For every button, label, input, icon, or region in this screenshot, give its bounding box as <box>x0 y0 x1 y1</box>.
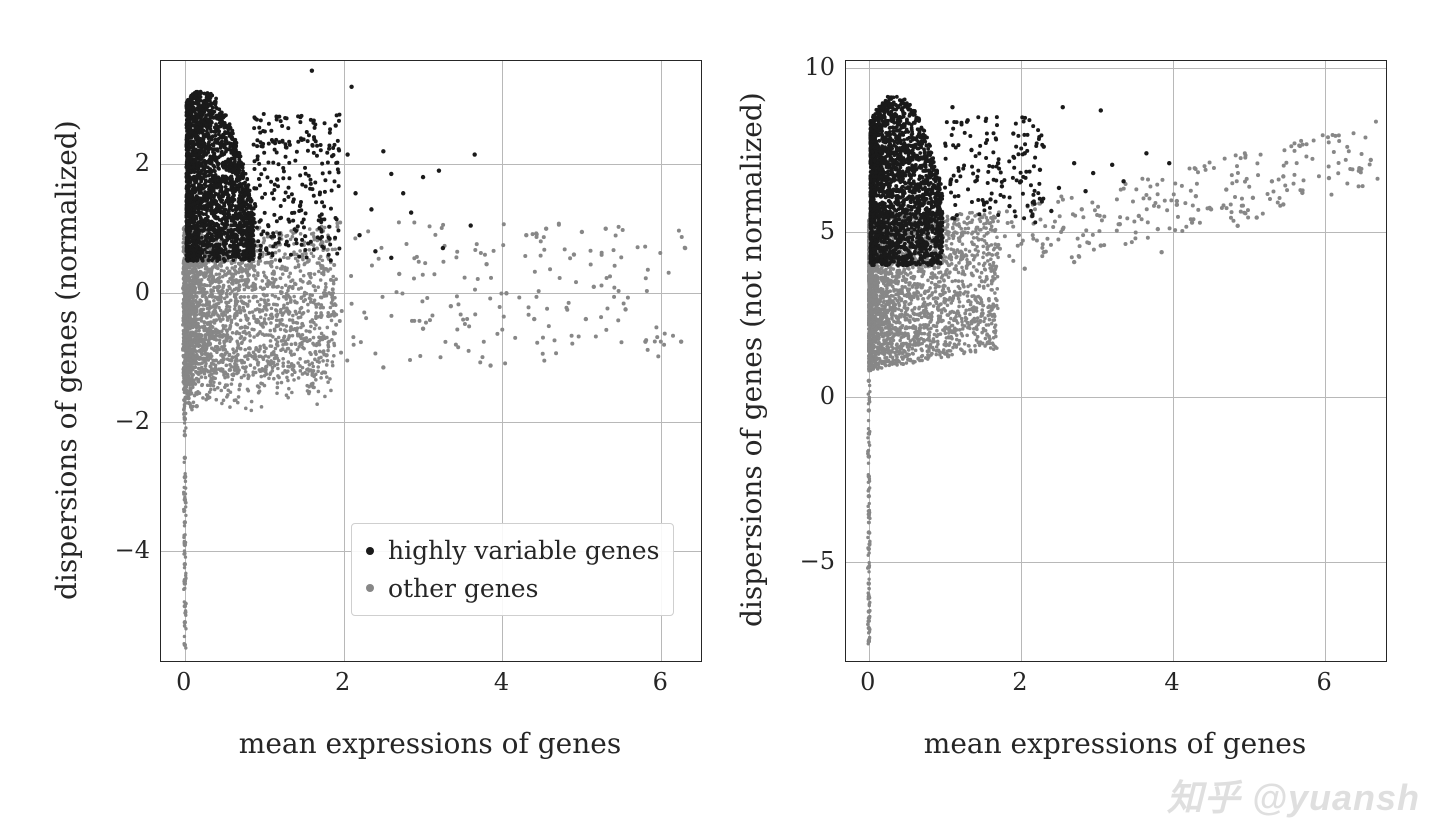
legend-entry-hvg: highly variable genes <box>362 532 659 570</box>
y-axis-label-left: dispersions of genes (normalized) <box>50 60 83 660</box>
x-tick: 4 <box>1164 668 1179 696</box>
y-tick: 0 <box>775 382 835 410</box>
x-axis-label-left: mean expressions of genes <box>160 727 700 760</box>
plot-area-right <box>845 60 1387 662</box>
x-tick: 6 <box>653 668 668 696</box>
legend-dot-gray <box>366 584 374 592</box>
y-tick: 5 <box>775 217 835 245</box>
x-tick: 6 <box>1317 668 1332 696</box>
y-tick: −4 <box>90 536 150 564</box>
legend-label-hvg: highly variable genes <box>388 532 659 570</box>
y-tick: −5 <box>775 547 835 575</box>
x-tick: 4 <box>494 668 509 696</box>
x-tick: 0 <box>860 668 875 696</box>
legend-dot-black <box>366 547 374 555</box>
left-panel: dispersions of genes (normalized) highly… <box>60 40 715 760</box>
figure-container: dispersions of genes (normalized) highly… <box>60 40 1400 760</box>
watermark: 知乎 @yuansh <box>1167 769 1420 821</box>
legend-label-other: other genes <box>388 570 538 608</box>
y-axis-label-right: dispersions of genes (not normalized) <box>735 60 768 660</box>
x-tick: 2 <box>1012 668 1027 696</box>
x-tick: 0 <box>176 668 191 696</box>
y-tick: 0 <box>90 278 150 306</box>
legend-entry-other: other genes <box>362 570 659 608</box>
plot-area-left: highly variable genes other genes <box>160 60 702 662</box>
legend: highly variable genes other genes <box>351 523 674 616</box>
x-tick: 2 <box>335 668 350 696</box>
y-tick: −2 <box>90 407 150 435</box>
x-axis-label-right: mean expressions of genes <box>845 727 1385 760</box>
right-panel: dispersions of genes (not normalized) me… <box>745 40 1400 760</box>
y-tick: 10 <box>775 53 835 81</box>
y-tick: 2 <box>90 149 150 177</box>
